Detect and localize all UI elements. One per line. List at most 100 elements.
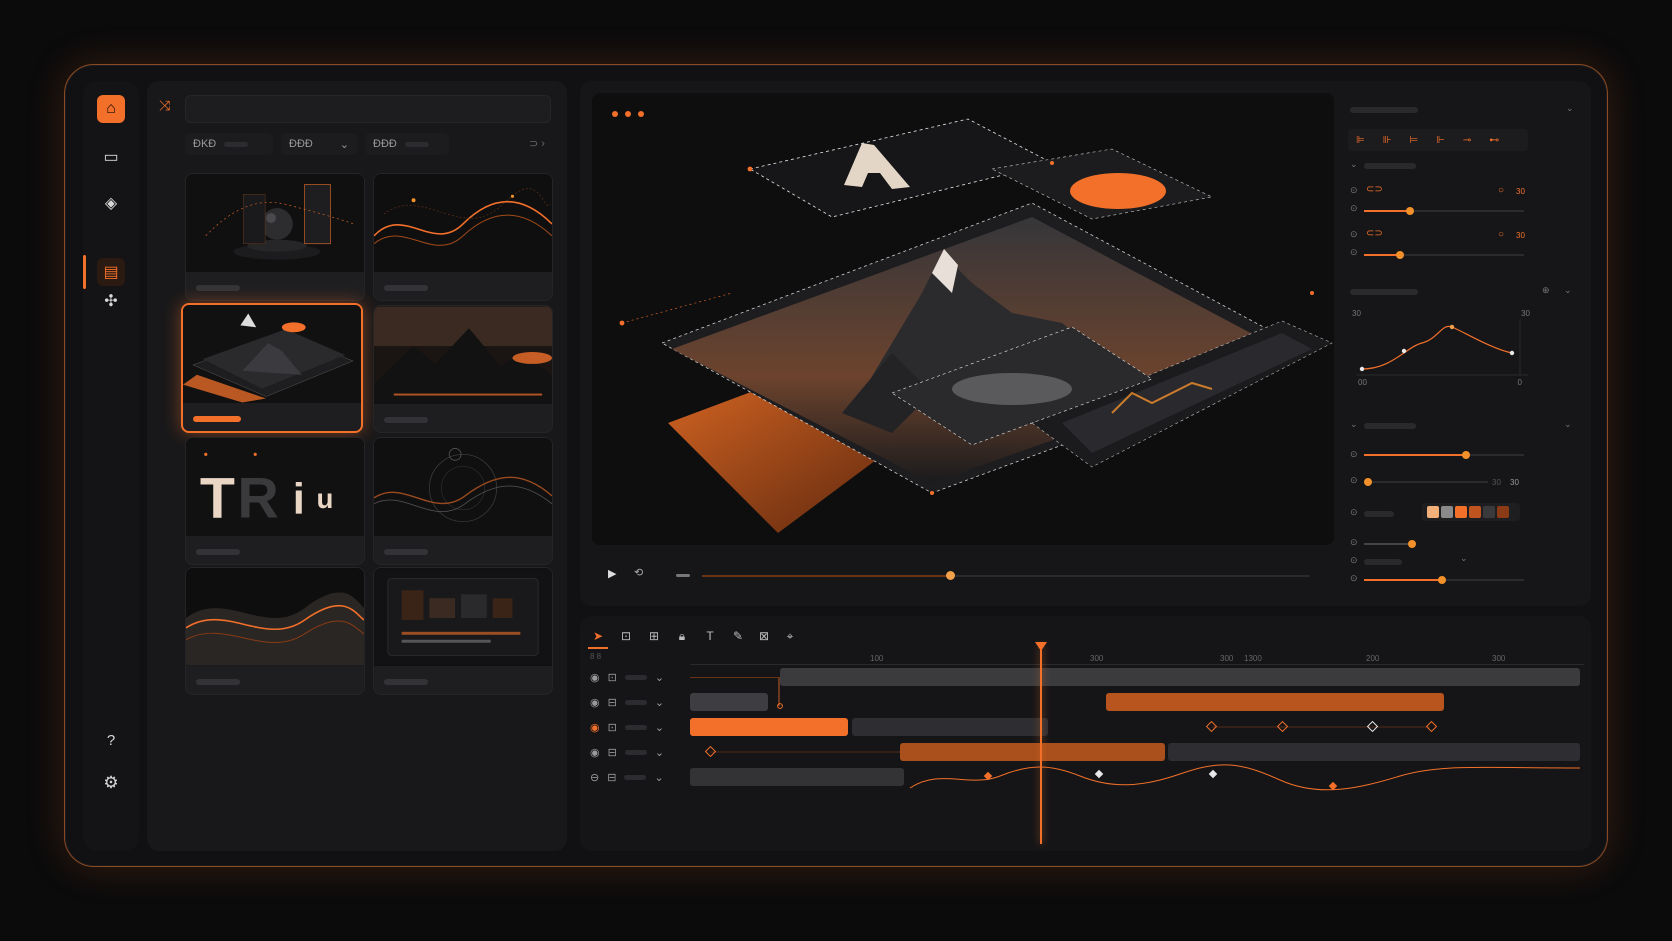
chevron-down-icon[interactable]: ⌄ (655, 721, 664, 734)
align-left-icon[interactable]: ⊫ (1356, 135, 1365, 146)
layers-icon[interactable]: ◈ (97, 189, 125, 217)
transform-icon[interactable]: ⌖ (778, 624, 802, 648)
track-header-3[interactable]: ◉ ⊡ ⌄ (590, 718, 680, 736)
slider-knob[interactable] (1408, 540, 1416, 548)
chevron-down-icon[interactable]: ⌄ (655, 671, 664, 684)
timeline-clip[interactable] (690, 768, 904, 786)
easing-graph[interactable]: 30 30 00 0 (1352, 309, 1530, 387)
chevron-down-icon[interactable]: ⌄ (655, 696, 664, 709)
scrub-handle[interactable] (946, 571, 955, 580)
library-icon[interactable]: ▤ (97, 258, 125, 286)
asset-tile-mountain-sunset[interactable] (373, 305, 553, 433)
link-icon[interactable]: ⊂⊃ (1366, 184, 1383, 195)
playhead[interactable] (1040, 644, 1042, 844)
timeline-clip[interactable] (852, 718, 1048, 736)
home-icon[interactable]: ⌂ (97, 95, 125, 123)
slider-track[interactable] (1364, 543, 1410, 545)
eye-icon[interactable]: ◉ (590, 721, 600, 734)
track-header-5[interactable]: ⊖ ⊟ ⌄ (590, 768, 680, 786)
chevron-down-icon[interactable]: ⌄ (1564, 285, 1572, 296)
timeline-clip[interactable] (780, 668, 1580, 686)
link-icon[interactable]: ⊂⊃ (1366, 228, 1383, 239)
section-title (1350, 289, 1418, 295)
play-icon[interactable]: ▶ (608, 567, 616, 580)
eye-icon[interactable]: ◉ (590, 671, 600, 684)
settings-icon[interactable]: ⚙ (97, 769, 125, 797)
slider-knob[interactable] (1396, 251, 1404, 259)
text-icon[interactable]: T (698, 624, 722, 648)
filter-dropdown-3[interactable]: ÐÐÐ (365, 133, 449, 155)
chevron-down-icon: ⌄ (339, 138, 349, 151)
color-swatch[interactable] (1469, 506, 1481, 518)
chevron-down-icon[interactable]: ⌄ (1460, 553, 1468, 564)
asset-tile-layered-mountain[interactable] (181, 303, 363, 433)
asset-tile-editor-ui[interactable] (373, 567, 553, 695)
add-icon[interactable]: ⊕ (1542, 285, 1550, 296)
frame-icon[interactable]: ⊠ (752, 624, 776, 648)
track-header-1[interactable]: ◉ ⊡ ⌄ (590, 668, 680, 686)
chevron-down-icon[interactable]: ⌄ (1566, 103, 1574, 114)
slider-knob[interactable] (1438, 576, 1446, 584)
slider-knob[interactable] (1364, 478, 1372, 486)
timeline-clip[interactable] (1168, 743, 1580, 761)
eye-icon[interactable]: ◉ (590, 696, 600, 709)
color-swatch[interactable] (1497, 506, 1509, 518)
shuffle-icon[interactable]: ⤨ (159, 97, 170, 114)
align-center-icon[interactable]: ⊪ (1383, 135, 1392, 146)
property-icon: ⊙ (1350, 573, 1358, 583)
chevron-down-icon[interactable]: ⌄ (1350, 419, 1358, 430)
search-input[interactable] (185, 95, 551, 123)
align-bottom-icon[interactable]: ⊷ (1489, 135, 1499, 146)
timeline-clip[interactable] (690, 693, 768, 711)
visibility-off-icon[interactable]: ⊖ (590, 771, 599, 784)
asset-tile-dunes-glow[interactable] (185, 567, 365, 695)
volume-indicator[interactable] (676, 574, 690, 577)
puzzle-icon[interactable]: ✣ (97, 287, 125, 315)
lock-icon[interactable]: 🔒︎ (670, 624, 694, 648)
layer-type-icon: ⊡ (607, 721, 617, 734)
slider-knob[interactable] (1462, 451, 1470, 459)
track-header-4[interactable]: ◉ ⊟ ⌄ (590, 743, 680, 761)
color-swatch[interactable] (1427, 506, 1439, 518)
align-top-icon[interactable]: ⊸ (1463, 135, 1471, 146)
color-swatch[interactable] (1483, 506, 1495, 518)
pen-icon[interactable]: ✎ (726, 624, 750, 648)
crop-icon[interactable]: ⊡ (614, 624, 638, 648)
distribute-icon[interactable]: ⊩ (1436, 135, 1445, 146)
playhead-handle[interactable] (1035, 642, 1047, 651)
slider-track[interactable] (1364, 481, 1488, 483)
folder-icon[interactable]: ▭ (97, 143, 125, 171)
chevron-down-icon[interactable]: ⌄ (1350, 159, 1358, 170)
track-header-2[interactable]: ◉ ⊟ ⌄ (590, 693, 680, 711)
asset-tile-sphere-scene[interactable] (185, 173, 365, 301)
cursor-icon[interactable]: ➤ (586, 624, 610, 648)
loop-icon[interactable]: ⟲ (634, 566, 643, 579)
filter-dropdown-1[interactable]: ÐKÐ (185, 133, 273, 155)
timeline-clip[interactable] (1106, 693, 1444, 711)
filter-dropdown-2[interactable]: ÐÐÐ ⌄ (281, 133, 357, 155)
color-swatches[interactable] (1422, 503, 1520, 521)
asset-tile-typography[interactable]: T R i u (185, 437, 365, 565)
canvas-viewport[interactable] (592, 93, 1334, 545)
ruler-tick: 100 (870, 654, 884, 663)
eye-icon[interactable]: ◉ (590, 746, 600, 759)
keyframe-icon[interactable]: ○ (1498, 229, 1504, 240)
chevron-down-icon[interactable]: ⌄ (654, 771, 663, 784)
group-icon[interactable]: ⊞ (642, 624, 666, 648)
asset-tile-orange-waves[interactable] (373, 173, 553, 301)
slider-knob[interactable] (1406, 207, 1414, 215)
timeline-clip[interactable] (900, 743, 1165, 761)
color-swatch[interactable] (1455, 506, 1467, 518)
track-header: 8 8 (590, 652, 602, 661)
property-icon: ⊙ (1350, 475, 1358, 485)
asset-tile-wave-circles[interactable] (373, 437, 553, 565)
align-right-icon[interactable]: ⊨ (1409, 135, 1418, 146)
timeline-clip[interactable] (690, 718, 848, 736)
chevron-down-icon[interactable]: ⌄ (655, 746, 664, 759)
property-icon: ⊙ (1350, 229, 1358, 239)
more-filters-icon[interactable]: ⊃ › (529, 137, 545, 150)
chevron-down-icon[interactable]: ⌄ (1564, 419, 1572, 430)
color-swatch[interactable] (1441, 506, 1453, 518)
keyframe-icon[interactable]: ○ (1498, 185, 1504, 196)
help-icon[interactable]: ? (97, 726, 125, 754)
